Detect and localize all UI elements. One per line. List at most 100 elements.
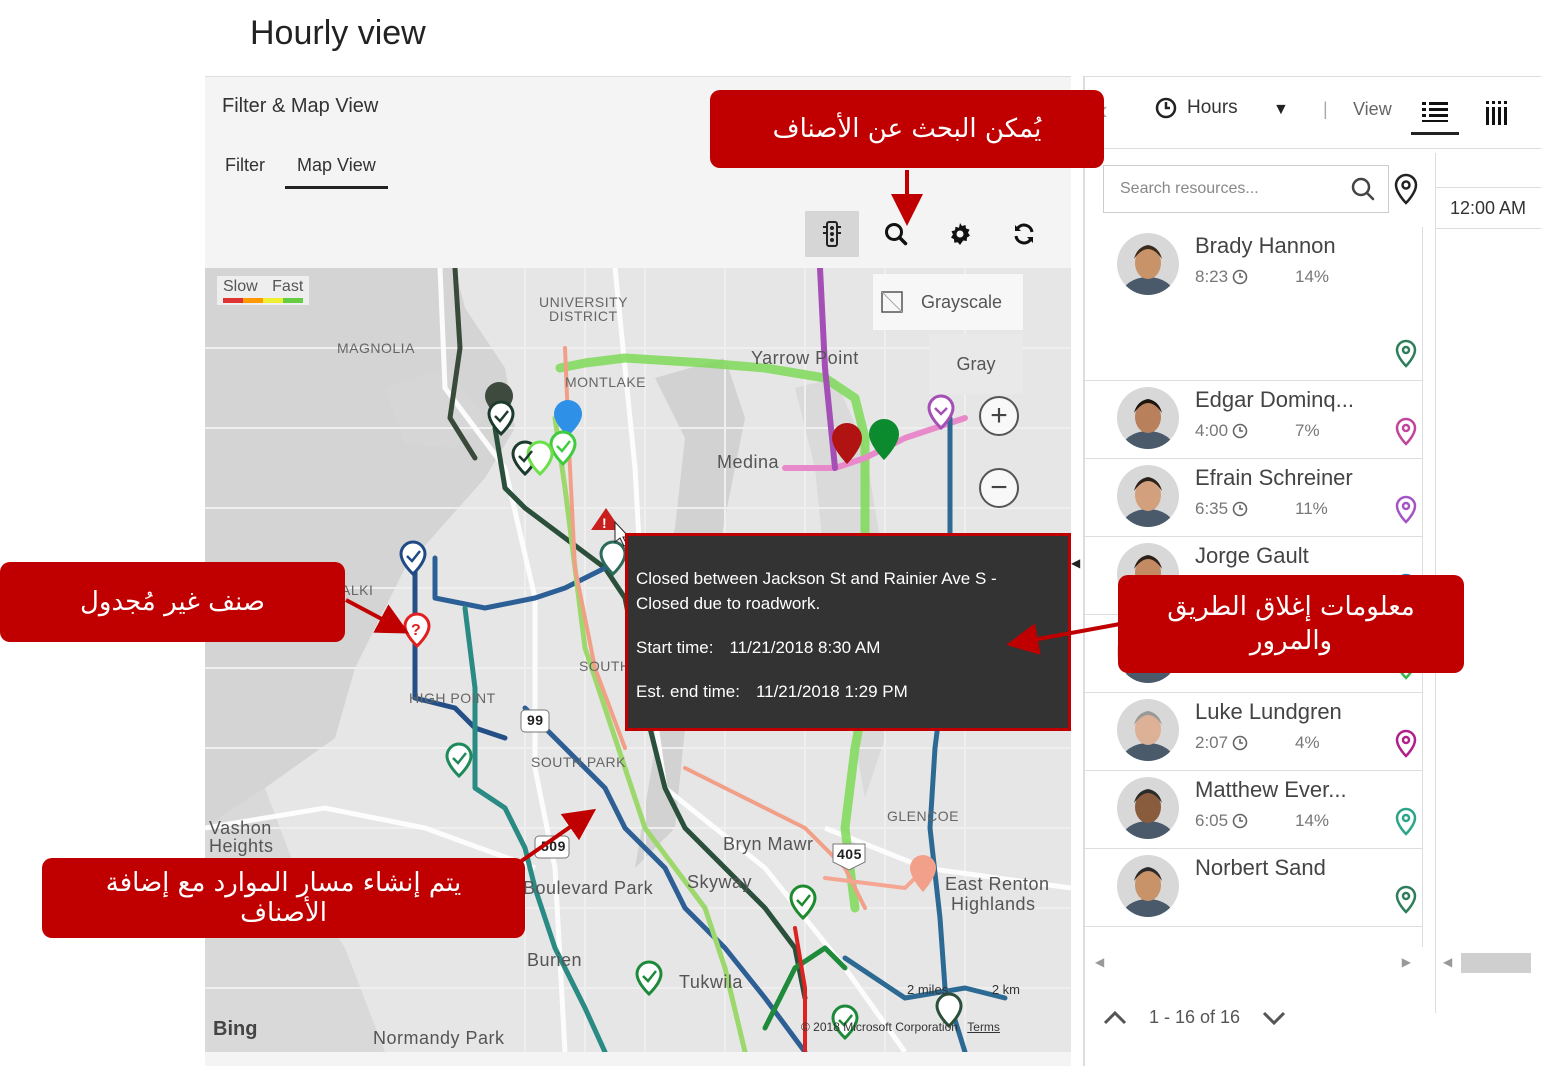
resource-hours: 8:23 (1195, 267, 1248, 287)
resource-hours-value: 2:07 (1195, 733, 1229, 752)
callout-route: يتم إنشاء مسار الموارد مع إضافة الأصناف (42, 858, 525, 938)
clock-icon (1155, 97, 1177, 119)
terms-link[interactable]: Terms (967, 1020, 1000, 1034)
resource-utilization: 14% (1295, 811, 1330, 830)
map-pin-filter-button[interactable] (1393, 173, 1419, 210)
map-refresh-button[interactable] (997, 211, 1051, 257)
bing-label: Bing (213, 1018, 258, 1040)
closure-end-value: 11/21/2018 1:29 PM (755, 682, 908, 701)
chevron-down-icon[interactable] (1262, 1010, 1286, 1026)
grayscale-toggle[interactable]: Grayscale (873, 274, 1023, 330)
resource-row[interactable]: Luke Lundgren 2:07 4% (1085, 693, 1422, 771)
chevron-up-icon[interactable] (1103, 1010, 1127, 1026)
map-label-highlands: Highlands (951, 894, 1036, 914)
resource-row[interactable]: Matthew Ever... 6:05 14% (1085, 771, 1422, 849)
map-label-district: DISTRICT (549, 308, 618, 324)
resource-hours: 4:00 (1195, 421, 1248, 441)
resource-name: Luke Lundgren (1195, 699, 1342, 724)
resource-name: Matthew Ever... (1195, 777, 1347, 802)
callout-road-closure: معلومات إغلاق الطريق والمرور (1118, 575, 1464, 673)
highway-405-label: 405 (837, 846, 862, 862)
refresh-icon (1014, 223, 1034, 245)
column-view-button[interactable] (1477, 93, 1517, 133)
map-toolbar (805, 211, 1051, 257)
panel-tabs: Filter Map View (225, 155, 388, 189)
clock-icon (1232, 813, 1248, 829)
clock-icon (1232, 423, 1248, 439)
callout-route-line-1: يتم إنشاء مسار الموارد مع إضافة (105, 868, 462, 898)
panel-collapse-handle[interactable]: ◀ (1071, 556, 1083, 576)
resource-hours-value: 6:05 (1195, 811, 1229, 830)
map-label-skyway: Skyway (687, 872, 753, 892)
toolbar-separator: | (1323, 99, 1328, 119)
hours-label: Hours (1187, 97, 1238, 118)
map-label-south-park: SOUTH PARK (531, 754, 626, 770)
resource-row[interactable]: Edgar Dominq... 4:00 7% (1085, 381, 1422, 459)
closure-start-value: 11/21/2018 8:30 AM (729, 638, 881, 657)
zoom-in-button[interactable]: + (979, 396, 1019, 436)
map-search-button[interactable] (869, 211, 923, 257)
map-label-heights: Heights (209, 836, 274, 856)
clock-icon (1232, 269, 1248, 285)
map-pin-icon[interactable] (1395, 807, 1417, 842)
gray-option[interactable]: Gray (929, 334, 1023, 394)
search-resources-input[interactable]: Search resources... (1103, 165, 1389, 213)
map-pin-icon[interactable] (1395, 729, 1417, 764)
map-label-tukwila: Tukwila (679, 972, 743, 992)
map-label-burien: Burien (527, 950, 583, 970)
view-label: View (1353, 99, 1392, 119)
plus-icon: + (990, 399, 1008, 432)
map-label-east-renton: East Renton (945, 874, 1050, 894)
road-closure-tooltip: Closed between Jackson St and Rainier Av… (625, 533, 1071, 731)
legend-bar (223, 298, 304, 303)
avatar (1117, 855, 1179, 917)
resource-name: Efrain Schreiner (1195, 465, 1353, 490)
map-pin-icon[interactable] (1395, 417, 1417, 452)
legend-fast: Fast (272, 278, 304, 295)
avatar (1117, 233, 1179, 295)
traffic-light-icon (823, 221, 841, 247)
resource-hours-value: 4:00 (1195, 421, 1229, 440)
resource-scrollbar[interactable]: ◀ ▶ (1091, 953, 1415, 975)
resource-row[interactable]: Brady Hannon 8:23 14% (1085, 227, 1422, 381)
highway-99-label: 99 (527, 712, 544, 728)
map-pin-icon[interactable] (1395, 885, 1417, 920)
resource-name: Brady Hannon (1195, 233, 1336, 258)
gray-label: Gray (956, 353, 996, 374)
map-pin-icon[interactable] (1395, 495, 1417, 530)
tab-map-view[interactable]: Map View (285, 155, 388, 189)
zoom-out-button[interactable]: − (979, 468, 1019, 508)
schedule-panel: ‹ Hours ▼ | View Search resources... 12:… (1083, 76, 1541, 1066)
callout-closure-line-2: والمرور (1249, 626, 1333, 656)
grayscale-label: Grayscale (921, 291, 1003, 312)
callout-route-line-2: الأصناف (240, 898, 327, 928)
resource-utilization: 14% (1295, 267, 1330, 286)
map-pin-icon[interactable] (1395, 339, 1417, 374)
resource-row[interactable]: Efrain Schreiner 6:35 11% (1085, 459, 1422, 537)
list-view-button[interactable] (1411, 91, 1459, 135)
map-label-medina: Medina (717, 452, 780, 472)
timeline-scrollbar[interactable]: ◀ (1441, 953, 1541, 975)
resource-utilization: 11% (1295, 499, 1328, 518)
avatar (1117, 465, 1179, 527)
bing-logo: Bing (213, 1018, 257, 1041)
copyright-text: © 2018 Microsoft Corporation (801, 1020, 958, 1034)
svg-text:!: ! (602, 515, 607, 531)
closure-start: Start time: 11/21/2018 8:30 AM (636, 635, 1068, 660)
resource-name: Edgar Dominq... (1195, 387, 1354, 412)
resource-hours-value: 6:35 (1195, 499, 1229, 518)
map-settings-button[interactable] (933, 211, 987, 257)
closure-end: Est. end time: 11/21/2018 1:29 PM (636, 679, 1068, 704)
hours-selector[interactable]: Hours (1155, 97, 1238, 119)
clock-icon (1232, 735, 1248, 751)
scale-miles: 2 miles (907, 982, 949, 997)
traffic-button[interactable] (805, 211, 859, 257)
tab-filter[interactable]: Filter (225, 155, 265, 189)
search-icon[interactable] (1350, 176, 1376, 202)
caret-down-icon[interactable]: ▼ (1273, 101, 1289, 119)
resource-hours: 6:35 (1195, 499, 1248, 519)
highway-509-label: 509 (541, 838, 566, 854)
resource-row[interactable]: Norbert Sand (1085, 849, 1422, 927)
avatar (1117, 699, 1179, 761)
page-info: 1 - 16 of 16 (1149, 1007, 1241, 1027)
